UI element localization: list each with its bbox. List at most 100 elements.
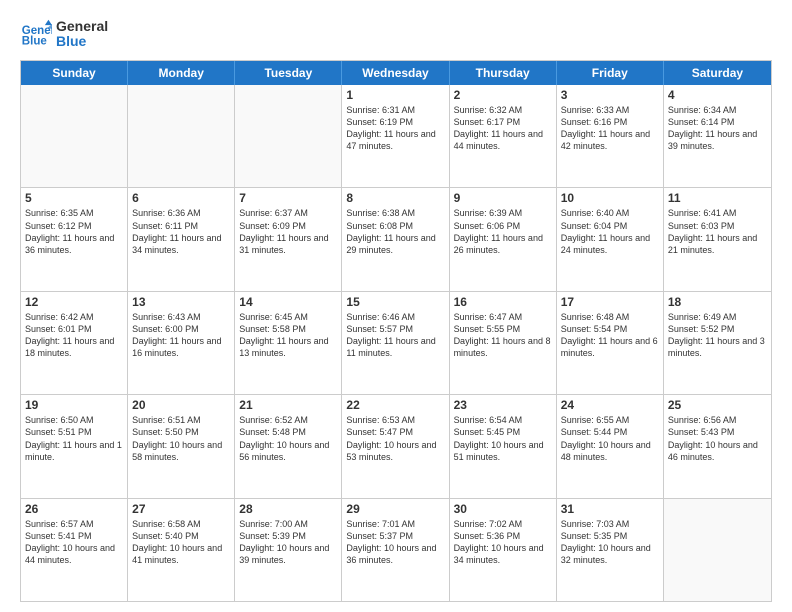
day-cell-21: 21 Sunrise: 6:52 AM Sunset: 5:48 PM Dayli… (235, 395, 342, 497)
day-info: Sunrise: 6:55 AM Sunset: 5:44 PM Dayligh… (561, 414, 659, 463)
calendar-week-5: 26Sunrise: 6:57 AM Sunset: 5:41 PM Dayli… (21, 499, 771, 601)
day-number: 16 (454, 295, 552, 309)
day-info: Sunrise: 6:56 AM Sunset: 5:43 PM Dayligh… (668, 414, 767, 463)
day-cell-31: 31 Sunrise: 7:03 AM Sunset: 5:35 PM Dayli… (557, 499, 664, 601)
day-cell-26: 26Sunrise: 6:57 AM Sunset: 5:41 PM Dayli… (21, 499, 128, 601)
day-cell-28: 28 Sunrise: 7:00 AM Sunset: 5:39 PM Dayli… (235, 499, 342, 601)
day-cell-5: 5 Sunrise: 6:35 AM Sunset: 6:12 PM Daylig… (21, 188, 128, 290)
day-cell-13: 13 Sunrise: 6:43 AM Sunset: 6:00 PM Dayli… (128, 292, 235, 394)
day-number: 10 (561, 191, 659, 205)
day-info: Sunrise: 6:57 AM Sunset: 5:41 PM Dayligh… (25, 518, 123, 567)
day-number: 1 (346, 88, 444, 102)
logo-icon: General Blue (20, 18, 52, 50)
day-number: 7 (239, 191, 337, 205)
day-cell-empty (235, 85, 342, 187)
day-number: 28 (239, 502, 337, 516)
day-cell-6: 6 Sunrise: 6:36 AM Sunset: 6:11 PM Daylig… (128, 188, 235, 290)
day-cell-27: 27Sunrise: 6:58 AM Sunset: 5:40 PM Dayli… (128, 499, 235, 601)
day-info: Sunrise: 7:02 AM Sunset: 5:36 PM Dayligh… (454, 518, 552, 567)
day-info: Sunrise: 6:43 AM Sunset: 6:00 PM Dayligh… (132, 311, 230, 360)
day-cell-29: 29 Sunrise: 7:01 AM Sunset: 5:37 PM Dayli… (342, 499, 449, 601)
day-cell-25: 25 Sunrise: 6:56 AM Sunset: 5:43 PM Dayli… (664, 395, 771, 497)
header-day-saturday: Saturday (664, 61, 771, 85)
day-info: Sunrise: 6:36 AM Sunset: 6:11 PM Dayligh… (132, 207, 230, 256)
day-cell-11: 11Sunrise: 6:41 AM Sunset: 6:03 PM Dayli… (664, 188, 771, 290)
day-cell-15: 15 Sunrise: 6:46 AM Sunset: 5:57 PM Dayli… (342, 292, 449, 394)
day-info: Sunrise: 7:03 AM Sunset: 5:35 PM Dayligh… (561, 518, 659, 567)
day-cell-16: 16 Sunrise: 6:47 AM Sunset: 5:55 PM Dayli… (450, 292, 557, 394)
day-info: Sunrise: 6:41 AM Sunset: 6:03 PM Dayligh… (668, 207, 767, 256)
day-info: Sunrise: 7:01 AM Sunset: 5:37 PM Dayligh… (346, 518, 444, 567)
day-cell-24: 24 Sunrise: 6:55 AM Sunset: 5:44 PM Dayli… (557, 395, 664, 497)
day-info: Sunrise: 6:42 AM Sunset: 6:01 PM Dayligh… (25, 311, 123, 360)
day-info: Sunrise: 6:45 AM Sunset: 5:58 PM Dayligh… (239, 311, 337, 360)
day-number: 9 (454, 191, 552, 205)
day-cell-19: 19Sunrise: 6:50 AM Sunset: 5:51 PM Dayli… (21, 395, 128, 497)
day-number: 5 (25, 191, 123, 205)
header-day-tuesday: Tuesday (235, 61, 342, 85)
day-number: 3 (561, 88, 659, 102)
day-info: Sunrise: 6:52 AM Sunset: 5:48 PM Dayligh… (239, 414, 337, 463)
day-info: Sunrise: 6:54 AM Sunset: 5:45 PM Dayligh… (454, 414, 552, 463)
day-cell-1: 1 Sunrise: 6:31 AM Sunset: 6:19 PM Daylig… (342, 85, 449, 187)
day-cell-30: 30 Sunrise: 7:02 AM Sunset: 5:36 PM Dayli… (450, 499, 557, 601)
day-number: 24 (561, 398, 659, 412)
day-number: 4 (668, 88, 767, 102)
day-info: Sunrise: 6:38 AM Sunset: 6:08 PM Dayligh… (346, 207, 444, 256)
day-number: 25 (668, 398, 767, 412)
day-info: Sunrise: 6:37 AM Sunset: 6:09 PM Dayligh… (239, 207, 337, 256)
header-day-friday: Friday (557, 61, 664, 85)
day-number: 17 (561, 295, 659, 309)
day-info: Sunrise: 6:50 AM Sunset: 5:51 PM Dayligh… (25, 414, 123, 463)
day-number: 6 (132, 191, 230, 205)
calendar-week-1: 1 Sunrise: 6:31 AM Sunset: 6:19 PM Daylig… (21, 85, 771, 188)
day-number: 23 (454, 398, 552, 412)
day-number: 8 (346, 191, 444, 205)
day-cell-10: 10 Sunrise: 6:40 AM Sunset: 6:04 PM Dayli… (557, 188, 664, 290)
logo-general: General (56, 19, 108, 34)
day-number: 22 (346, 398, 444, 412)
header: General Blue General Blue (20, 18, 772, 50)
day-info: Sunrise: 7:00 AM Sunset: 5:39 PM Dayligh… (239, 518, 337, 567)
day-cell-empty (128, 85, 235, 187)
day-info: Sunrise: 6:33 AM Sunset: 6:16 PM Dayligh… (561, 104, 659, 153)
calendar-week-2: 5 Sunrise: 6:35 AM Sunset: 6:12 PM Daylig… (21, 188, 771, 291)
day-cell-3: 3 Sunrise: 6:33 AM Sunset: 6:16 PM Daylig… (557, 85, 664, 187)
day-cell-22: 22 Sunrise: 6:53 AM Sunset: 5:47 PM Dayli… (342, 395, 449, 497)
day-number: 27 (132, 502, 230, 516)
calendar-week-4: 19Sunrise: 6:50 AM Sunset: 5:51 PM Dayli… (21, 395, 771, 498)
day-info: Sunrise: 6:47 AM Sunset: 5:55 PM Dayligh… (454, 311, 552, 360)
day-number: 31 (561, 502, 659, 516)
header-day-wednesday: Wednesday (342, 61, 449, 85)
day-info: Sunrise: 6:46 AM Sunset: 5:57 PM Dayligh… (346, 311, 444, 360)
day-cell-4: 4Sunrise: 6:34 AM Sunset: 6:14 PM Daylig… (664, 85, 771, 187)
day-cell-12: 12Sunrise: 6:42 AM Sunset: 6:01 PM Dayli… (21, 292, 128, 394)
day-cell-20: 20Sunrise: 6:51 AM Sunset: 5:50 PM Dayli… (128, 395, 235, 497)
day-cell-18: 18Sunrise: 6:49 AM Sunset: 5:52 PM Dayli… (664, 292, 771, 394)
header-day-sunday: Sunday (21, 61, 128, 85)
calendar-week-3: 12Sunrise: 6:42 AM Sunset: 6:01 PM Dayli… (21, 292, 771, 395)
day-info: Sunrise: 6:40 AM Sunset: 6:04 PM Dayligh… (561, 207, 659, 256)
day-number: 20 (132, 398, 230, 412)
day-info: Sunrise: 6:31 AM Sunset: 6:19 PM Dayligh… (346, 104, 444, 153)
day-number: 13 (132, 295, 230, 309)
day-cell-empty (664, 499, 771, 601)
day-info: Sunrise: 6:35 AM Sunset: 6:12 PM Dayligh… (25, 207, 123, 256)
day-cell-7: 7 Sunrise: 6:37 AM Sunset: 6:09 PM Daylig… (235, 188, 342, 290)
day-number: 2 (454, 88, 552, 102)
header-day-thursday: Thursday (450, 61, 557, 85)
day-cell-8: 8 Sunrise: 6:38 AM Sunset: 6:08 PM Daylig… (342, 188, 449, 290)
day-info: Sunrise: 6:39 AM Sunset: 6:06 PM Dayligh… (454, 207, 552, 256)
logo: General Blue General Blue (20, 18, 108, 50)
day-info: Sunrise: 6:53 AM Sunset: 5:47 PM Dayligh… (346, 414, 444, 463)
header-day-monday: Monday (128, 61, 235, 85)
calendar-header-row: SundayMondayTuesdayWednesdayThursdayFrid… (21, 61, 771, 85)
day-info: Sunrise: 6:32 AM Sunset: 6:17 PM Dayligh… (454, 104, 552, 153)
day-number: 30 (454, 502, 552, 516)
day-info: Sunrise: 6:48 AM Sunset: 5:54 PM Dayligh… (561, 311, 659, 360)
day-info: Sunrise: 6:49 AM Sunset: 5:52 PM Dayligh… (668, 311, 767, 360)
day-number: 29 (346, 502, 444, 516)
svg-text:Blue: Blue (22, 36, 48, 48)
day-number: 15 (346, 295, 444, 309)
day-number: 21 (239, 398, 337, 412)
